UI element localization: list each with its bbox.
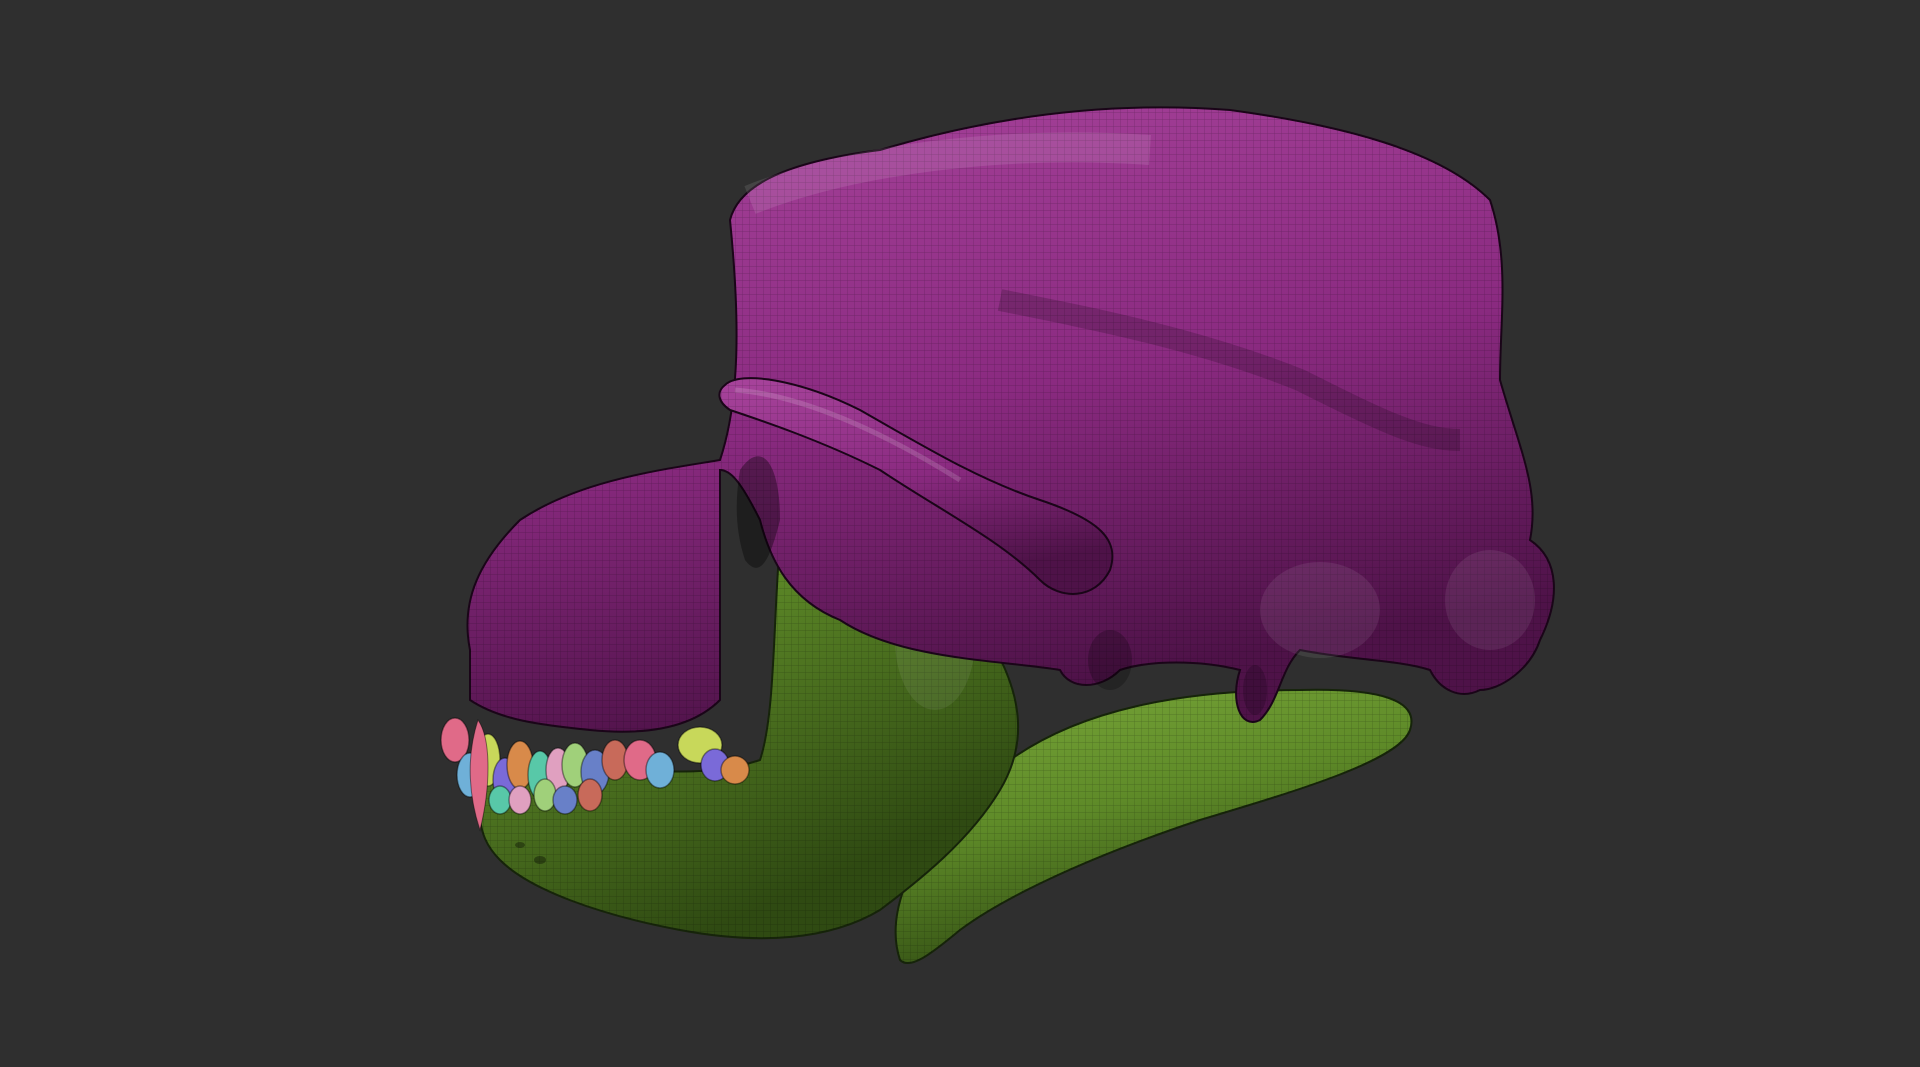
- tooth[interactable]: [533, 778, 557, 812]
- tooth[interactable]: [645, 751, 675, 789]
- skull-model[interactable]: [0, 0, 1920, 1067]
- 3d-viewport[interactable]: [0, 0, 1920, 1067]
- tooth[interactable]: [508, 785, 532, 815]
- tooth[interactable]: [720, 755, 750, 785]
- tooth[interactable]: [552, 785, 578, 815]
- tooth[interactable]: [488, 785, 512, 815]
- tooth[interactable]: [577, 778, 603, 812]
- cranium[interactable]: [466, 106, 1555, 733]
